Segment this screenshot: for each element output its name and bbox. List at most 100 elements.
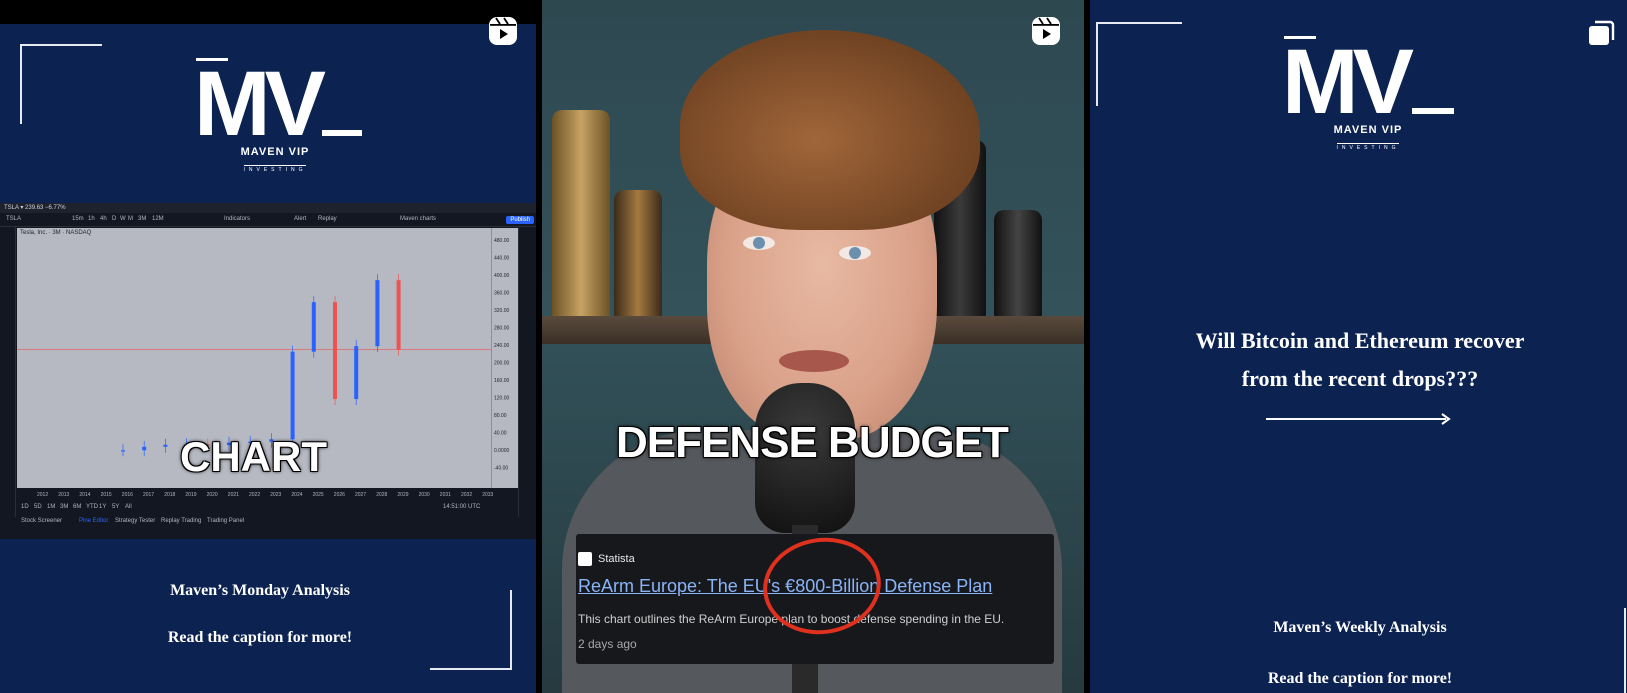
tv-tf-7[interactable]: 12M [152, 216, 164, 222]
tv-replay[interactable]: Replay [318, 216, 337, 222]
tv-right-sidebar[interactable] [518, 227, 536, 517]
candle-body [311, 302, 316, 352]
candle-body [354, 346, 359, 400]
price-axis-labels: 480.00 440.00 400.00 360.00 320.00 280.00 240.… [494, 238, 510, 472]
tv-alert[interactable]: Alert [294, 216, 306, 222]
tradingview-screenshot: TSLA ▾ 239.63 −6.77% TSLA 15m 1h 4h D W … [0, 203, 536, 539]
tv-tf-3[interactable]: D [112, 216, 116, 222]
year-axis-labels: 2012 2013 2014 2015 2016 2017 2018 2019 2020 2021… [37, 492, 494, 498]
year-tick-label: 2013 [58, 492, 69, 498]
range-button[interactable]: 1M [47, 504, 55, 510]
price-tick-label: -40.00 [494, 466, 508, 472]
caption-title: Maven’s Monday Analysis [170, 582, 350, 599]
tv-tf-1[interactable]: 1h [88, 216, 95, 222]
video-overlay-title: DEFENSE BUDGET [616, 418, 1009, 467]
bottle-left [552, 110, 610, 320]
tv-tf-6[interactable]: 3M [138, 216, 146, 222]
mouth [779, 350, 849, 372]
caption-title: Maven’s Weekly Analysis [1273, 619, 1447, 636]
bottom-tab[interactable]: Pine Editor [79, 518, 108, 524]
tv-tf-2[interactable]: 4h [100, 216, 107, 222]
post-tile-defense-budget[interactable]: DEFENSE BUDGET Statista ReArm Europe: Th… [542, 0, 1084, 693]
tv-drawing-toolbar[interactable] [0, 227, 16, 517]
frame-corner-bottom-right [430, 590, 512, 670]
price-tick-label: 200.00 [494, 361, 510, 367]
year-tick-label: 2031 [440, 492, 451, 498]
range-button[interactable]: All [125, 504, 132, 510]
candle-body [333, 302, 337, 400]
post-tile-weekly-analysis[interactable]: MV MAVEN VIP INVESTING Will Bitcoin and … [1090, 0, 1627, 693]
card-timestamp: 2 days ago [578, 637, 637, 651]
logo-mark: MV [194, 53, 326, 155]
logo-accent-bar [196, 58, 228, 61]
maven-logo: MV MAVEN VIP INVESTING [1268, 36, 1468, 154]
reels-icon-2 [1032, 17, 1060, 45]
price-tick-label: 0.0000 [494, 448, 510, 454]
tile-top-bar [0, 0, 536, 24]
price-tick-label: 80.00 [494, 413, 507, 419]
tv-indicators[interactable]: Indicators [224, 216, 250, 222]
logo-underscore [322, 130, 362, 136]
range-button[interactable]: YTD [86, 504, 98, 510]
year-tick-label: 2019 [185, 492, 196, 498]
year-tick-label: 2027 [355, 492, 366, 498]
tv-instrument: Tesla, Inc. · 3M · NASDAQ [20, 230, 92, 236]
tv-time-utc: 14:51:00 UTC [443, 504, 481, 510]
price-tick-label: 480.00 [494, 238, 510, 244]
reels-icon [489, 17, 517, 45]
frame-corner-top-left [20, 44, 102, 124]
candle-body [290, 351, 295, 440]
tv-tf-4[interactable]: W [120, 216, 126, 222]
range-button[interactable]: 1Y [99, 504, 106, 510]
year-tick-label: 2017 [143, 492, 154, 498]
year-tick-label: 2028 [376, 492, 387, 498]
tv-price-axis: 480.00 440.00 400.00 360.00 320.00 280.00 240.… [491, 228, 518, 488]
logo-underscore [1412, 108, 1454, 114]
range-button[interactable]: 5D [34, 504, 42, 510]
candle-body [121, 450, 125, 452]
year-tick-label: 2018 [164, 492, 175, 498]
candle-body [142, 446, 147, 451]
bottle-left-2 [614, 190, 662, 320]
price-tick-label: 440.00 [494, 256, 510, 262]
bottom-tab[interactable]: Replay Trading [161, 518, 201, 524]
range-button[interactable]: 6M [73, 504, 81, 510]
maven-logo: MV MAVEN VIP INVESTING [180, 58, 370, 176]
post-tile-monday-analysis[interactable]: MV MAVEN VIP INVESTING TSLA ▾ 239.63 −6.… [0, 0, 536, 693]
range-button[interactable]: 5Y [112, 504, 119, 510]
year-tick-label: 2024 [291, 492, 302, 498]
headline-line-1: Will Bitcoin and Ethereum recover [1195, 328, 1525, 353]
tv-tf-0[interactable]: 15m [72, 216, 84, 222]
bottom-tab[interactable]: Trading Panel [207, 518, 244, 524]
price-tick-label: 160.00 [494, 378, 510, 384]
range-button[interactable]: 3M [60, 504, 68, 510]
price-tick-label: 320.00 [494, 308, 510, 314]
bottle-right-2 [994, 210, 1042, 320]
tv-bottom-panel: 2012 2013 2014 2015 2016 2017 2018 2019 2020 2021… [17, 488, 518, 539]
year-tick-label: 2015 [101, 492, 112, 498]
eye-right [839, 246, 871, 260]
tv-publish-button[interactable]: Publish [506, 216, 534, 224]
bottom-tab[interactable]: Stock Screener [21, 518, 62, 524]
logo-accent-bar [1284, 36, 1316, 39]
logo-mark: MV [1282, 31, 1414, 133]
frame-edge-bottom-right [1624, 608, 1626, 693]
candle-body [163, 444, 168, 447]
caption-subtitle: Read the caption for more! [167, 629, 353, 646]
tv-symbol[interactable]: TSLA [6, 216, 21, 222]
tv-browser-tab: TSLA ▾ 239.63 −6.77% [0, 203, 536, 213]
price-tick-label: 280.00 [494, 326, 510, 332]
chart-overlay-title: CHART [180, 433, 327, 480]
bottom-tab[interactable]: Strategy Tester [115, 518, 155, 524]
eye-left [743, 236, 775, 250]
tv-toolbar: TSLA 15m 1h 4h D W M 3M 12M Indicators A… [0, 213, 536, 227]
tv-layout[interactable]: Maven charts [400, 216, 436, 222]
candle-body [375, 280, 380, 347]
range-button[interactable]: 1D [21, 504, 29, 510]
arrow-right-icon [1441, 413, 1451, 425]
price-tick-label: 240.00 [494, 343, 510, 349]
year-tick-label: 2032 [461, 492, 472, 498]
caption-subtitle: Read the caption for more! [1267, 670, 1453, 687]
tv-tf-5[interactable]: M [128, 216, 133, 222]
frame-corner-top-left [1096, 22, 1182, 106]
